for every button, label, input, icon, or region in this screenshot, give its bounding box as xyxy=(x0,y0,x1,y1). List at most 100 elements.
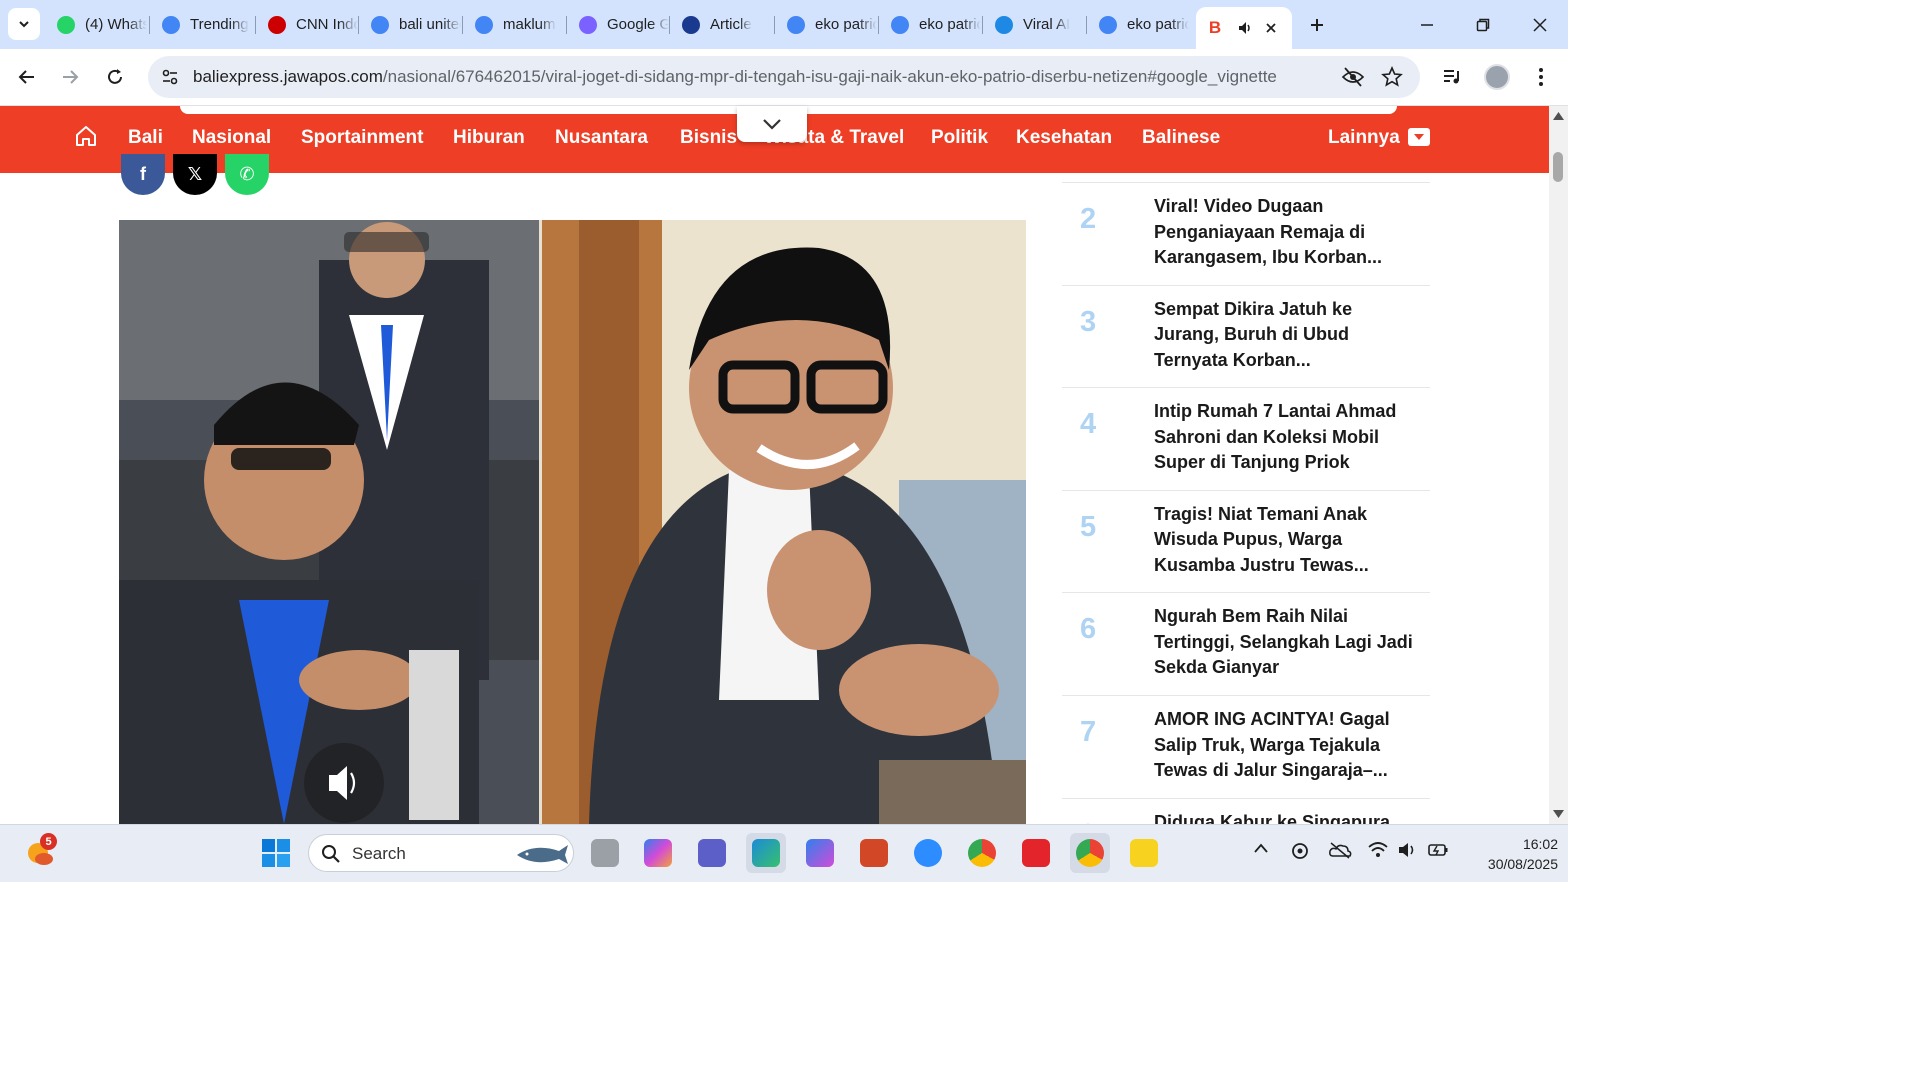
tab-0[interactable]: (4) WhatsApp xyxy=(47,8,147,41)
reload-button[interactable] xyxy=(99,61,131,93)
powerpoint-taskbar-button[interactable] xyxy=(854,833,894,873)
wifi-icon[interactable] xyxy=(1368,841,1388,864)
tab-title: bali united xyxy=(399,16,461,33)
facebook-icon: f xyxy=(140,164,146,184)
tab-9[interactable]: Viral AI xyxy=(985,8,1085,41)
tab-5[interactable]: Google Gemini xyxy=(569,8,669,41)
popular-title[interactable]: Ngurah Bem Raih Nilai Tertinggi, Selangk… xyxy=(1154,604,1414,681)
tab-active[interactable]: B xyxy=(1196,7,1292,49)
nav-item-nasional[interactable]: Nasional xyxy=(192,127,271,149)
star-icon[interactable] xyxy=(1381,66,1403,88)
minimize-button[interactable] xyxy=(1412,10,1442,40)
popular-title[interactable]: Intip Rumah 7 Lantai Ahmad Sahroni dan K… xyxy=(1154,399,1414,476)
nav-item-bisnis[interactable]: Bisnis xyxy=(680,127,737,149)
popular-item[interactable]: 8Diduga Kabur ke Singapura xyxy=(1062,797,1430,824)
profile-button[interactable] xyxy=(1481,61,1513,93)
nav-item-kesehatan[interactable]: Kesehatan xyxy=(1016,127,1112,149)
popular-title[interactable]: AMOR ING ACINTYA! Gagal Salip Truk, Warg… xyxy=(1154,707,1414,784)
popular-title[interactable]: Diduga Kabur ke Singapura xyxy=(1154,810,1414,824)
home-icon[interactable] xyxy=(74,125,98,147)
cnn-icon xyxy=(268,15,286,34)
system-clock[interactable]: 16:02 30/08/2025 xyxy=(1458,834,1558,874)
whatsapp-share-button[interactable]: ✆ xyxy=(225,154,269,195)
close-window-button[interactable] xyxy=(1525,10,1555,40)
weather-widget[interactable]: 5 xyxy=(20,833,60,873)
battery-icon[interactable] xyxy=(1427,841,1449,864)
copilot-icon xyxy=(644,839,672,867)
new-tab-button[interactable] xyxy=(1302,10,1332,40)
tab-7[interactable]: eko patrio xyxy=(777,8,877,41)
file-explorer-taskbar-button[interactable] xyxy=(585,833,625,873)
tab-separator xyxy=(149,16,150,34)
anchor-ad-toggle[interactable] xyxy=(737,106,807,142)
tab-3[interactable]: bali united xyxy=(361,8,461,41)
nav-item-sportainment[interactable]: Sportainment xyxy=(301,127,423,149)
tab-close-icon[interactable] xyxy=(1264,21,1278,35)
teams-taskbar-button[interactable] xyxy=(692,833,732,873)
edge-taskbar-button[interactable] xyxy=(746,833,786,873)
weather-badge: 5 xyxy=(40,833,57,850)
scroll-down-icon[interactable] xyxy=(1553,810,1564,818)
chrome-taskbar-button[interactable] xyxy=(962,833,1002,873)
volume-icon[interactable] xyxy=(1397,841,1417,864)
m365-taskbar-button[interactable] xyxy=(800,833,840,873)
popular-item[interactable]: 4 Intip Rumah 7 Lantai Ahmad Sahroni dan … xyxy=(1062,387,1430,490)
nav-item-politik[interactable]: Politik xyxy=(931,127,988,149)
zoom-icon xyxy=(914,839,942,867)
menu-button[interactable] xyxy=(1525,61,1557,93)
eye-slash-icon[interactable] xyxy=(1341,66,1365,88)
tab-10[interactable]: eko patrio xyxy=(1089,8,1189,41)
popular-item[interactable]: 7 AMOR ING ACINTYA! Gagal Salip Truk, War… xyxy=(1062,695,1430,798)
chrome-profile-taskbar-button[interactable] xyxy=(1070,833,1110,873)
kebab-menu-icon xyxy=(1539,68,1543,86)
popular-title[interactable]: Viral! Video Dugaan Penganiayaan Remaja … xyxy=(1154,194,1414,271)
forward-button[interactable] xyxy=(54,61,86,93)
facebook-share-button[interactable]: f xyxy=(121,154,165,195)
nav-item-bali[interactable]: Bali xyxy=(128,127,163,149)
popular-item[interactable]: 6 Ngurah Bem Raih Nilai Tertinggi, Selang… xyxy=(1062,592,1430,695)
sticky-notes-taskbar-button[interactable] xyxy=(1124,833,1164,873)
tab-1[interactable]: Trending xyxy=(152,8,252,41)
address-bar[interactable]: baliexpress.jawapos.com/nasional/6764620… xyxy=(148,56,1420,98)
back-button[interactable] xyxy=(11,61,43,93)
popular-item[interactable]: 3 Sempat Dikira Jatuh ke Jurang, Buruh di… xyxy=(1062,284,1430,388)
x-share-button[interactable]: 𝕏 xyxy=(173,154,217,195)
popular-title[interactable]: Tragis! Niat Temani Anak Wisuda Pupus, W… xyxy=(1154,502,1414,579)
media-controls-button[interactable] xyxy=(1437,61,1469,93)
zoom-taskbar-button[interactable] xyxy=(908,833,948,873)
nav-more-label[interactable]: Lainnya xyxy=(1328,127,1400,149)
onedrive-icon[interactable] xyxy=(1328,841,1352,864)
clock-time: 16:02 xyxy=(1522,836,1558,852)
start-button[interactable] xyxy=(256,833,296,873)
arrow-right-icon xyxy=(63,70,79,84)
page-scrollbar[interactable] xyxy=(1549,106,1568,824)
google-icon xyxy=(475,15,493,34)
tray-overflow-icon[interactable] xyxy=(1253,841,1269,859)
nav-item-hiburan[interactable]: Hiburan xyxy=(453,127,525,149)
teams-icon xyxy=(698,839,726,867)
site-info-icon[interactable] xyxy=(160,67,180,87)
scroll-up-icon[interactable] xyxy=(1553,112,1564,120)
restore-button[interactable] xyxy=(1468,10,1498,40)
tab-title: Viral AI xyxy=(1023,16,1071,33)
tab-8[interactable]: eko patrio xyxy=(881,8,981,41)
tab-search-button[interactable] xyxy=(8,8,40,40)
speaker-icon[interactable] xyxy=(1236,19,1254,37)
windows-icon xyxy=(262,839,290,867)
tab-4[interactable]: maklum xyxy=(465,8,565,41)
scroll-thumb[interactable] xyxy=(1553,152,1563,182)
nav-item-nusantara[interactable]: Nusantara xyxy=(555,127,648,149)
location-icon[interactable] xyxy=(1290,841,1310,866)
restore-icon xyxy=(1476,18,1490,32)
taskbar-search[interactable]: Search xyxy=(308,834,574,872)
caret-down-icon[interactable] xyxy=(1408,128,1430,146)
tab-6[interactable]: Article xyxy=(672,8,772,41)
tab-2[interactable]: CNN Indonesia xyxy=(258,8,358,41)
copilot-taskbar-button[interactable] xyxy=(638,833,678,873)
wps-taskbar-button[interactable] xyxy=(1016,833,1056,873)
popular-item[interactable]: 5 Tragis! Niat Temani Anak Wisuda Pupus, … xyxy=(1062,489,1430,593)
popular-title[interactable]: Sempat Dikira Jatuh ke Jurang, Buruh di … xyxy=(1154,297,1414,374)
popular-rank: 2 xyxy=(1080,203,1097,235)
nav-item-balinese[interactable]: Balinese xyxy=(1142,127,1220,149)
popular-item[interactable]: 2 Viral! Video Dugaan Penganiayaan Remaja… xyxy=(1062,182,1430,285)
